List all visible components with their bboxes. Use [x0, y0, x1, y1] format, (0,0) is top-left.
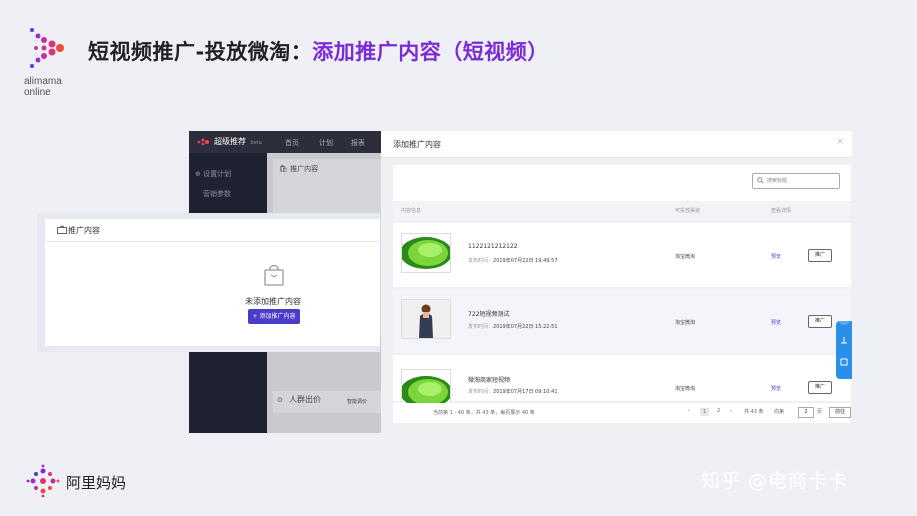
smart-bid-label[interactable]: 智能调价: [347, 398, 367, 405]
pagination-total: 共 43 条: [744, 409, 764, 415]
panel-header: 推广内容: [45, 219, 380, 242]
alimama-dots-logo-icon: [26, 464, 60, 498]
table-row: 微淘商家短视频 发布时间：2019年07月17日 09:10:41 淘宝微淘 预…: [393, 355, 851, 405]
row-title: 722短视频测试: [468, 311, 510, 318]
alimama-online-logo: alimama online: [24, 26, 72, 102]
card-title-text: 推广内容: [290, 165, 319, 173]
search-icon: [757, 177, 764, 184]
crowd-bid-card: ⊙ 人群出价 智能调价: [273, 391, 381, 413]
close-icon[interactable]: ×: [836, 137, 844, 147]
row-channel: 淘宝微淘: [675, 254, 696, 260]
row-date: 发布时间：2019年07月17日 09:10:41: [468, 388, 558, 395]
footer-brand-text: 阿里妈妈: [66, 474, 127, 492]
promo-content-card-title: 🛍 推广内容: [279, 164, 318, 174]
table-row: 722短视频测试 发布时间：2019年07月22日 15:22:51 淘宝微淘 …: [393, 289, 851, 353]
slide-title-accent: 添加推广内容（短视频）: [312, 40, 549, 64]
row-date: 发布时间：2019年07月22日 15:22:51: [468, 323, 558, 330]
pagination-info: 当前第 1 - 40 条，共 43 条，每页展示 40 条: [433, 410, 535, 416]
green-video-thumb-icon: [402, 376, 450, 404]
promo-content-panel: 推广内容 未添加推广内容 + 添加推广内容: [45, 219, 380, 346]
goto-page-input[interactable]: 2: [798, 407, 814, 418]
date-label: 发布时间：: [468, 258, 494, 264]
crowd-bid-label: 人群出价: [289, 395, 321, 404]
slide: alimama online 短视频推广-投放微淘：添加推广内容（短视频） 超级…: [0, 0, 917, 516]
chevron-left-icon[interactable]: ‹: [688, 408, 690, 414]
logo-text: alimama online: [24, 76, 62, 98]
row-channel: 淘宝微淘: [675, 320, 696, 326]
add-content-modal: 添加推广内容 × 搜索标题 内容信息 可投放渠道 查看详情 1122121212…: [381, 131, 852, 433]
date-value: 2019年07月22日 15:22:51: [493, 324, 558, 330]
preview-link[interactable]: 预览: [771, 253, 781, 260]
date-value: 2019年07月22日 19:49:57: [493, 258, 558, 264]
slide-title: 短视频推广-投放微淘：添加推广内容（短视频）: [88, 36, 549, 66]
date-label: 发布时间：: [468, 389, 494, 395]
empty-state-text: 未添加推广内容: [245, 297, 301, 306]
app-brand-badge: beta: [250, 140, 262, 146]
goto-button[interactable]: 前往: [829, 407, 851, 418]
page-1[interactable]: 1: [700, 408, 710, 416]
empty-content-overlay: 推广内容 未添加推广内容 + 添加推广内容: [37, 213, 380, 352]
row-title: 微淘商家短视频: [468, 377, 511, 384]
promote-button[interactable]: 推广: [808, 249, 832, 262]
column-header-detail: 查看详情: [771, 208, 792, 214]
brand-logo-icon: [197, 138, 209, 145]
column-header-channel: 可投放渠道: [675, 208, 701, 214]
row-channel: 淘宝微淘: [675, 386, 696, 392]
video-thumbnail: [401, 369, 451, 405]
logo-text-line2: online: [24, 87, 51, 98]
nav-plan[interactable]: 计划: [319, 138, 333, 148]
video-thumbnail: [401, 299, 451, 339]
video-thumbnail: [401, 233, 451, 273]
nav-report[interactable]: 报表: [351, 138, 365, 148]
alimama-footer-logo: 阿里妈妈: [26, 464, 126, 502]
alimama-arrow-logo-icon: [30, 28, 64, 68]
zhihu-watermark: 知乎 @电商卡卡: [701, 470, 849, 492]
app-brand[interactable]: 超级推荐 beta: [197, 136, 262, 147]
app-topbar: 超级推荐 beta 首页 计划 报表: [189, 131, 381, 153]
help-tools-icon: [838, 313, 850, 366]
search-input[interactable]: 搜索标题: [752, 173, 840, 189]
empty-bag-icon: [264, 264, 284, 286]
table-header: 内容信息 可投放渠道 查看详情: [393, 201, 851, 219]
date-label: 发布时间：: [468, 324, 494, 330]
modal-title: 添加推广内容: [393, 140, 441, 149]
row-date: 发布时间：2019年07月22日 19:49:57: [468, 257, 558, 264]
search-placeholder: 搜索标题: [767, 178, 788, 184]
sidebar-item-label: 设置计划: [203, 170, 232, 178]
slide-title-main: 短视频推广-投放微淘：: [88, 40, 313, 64]
nav-home[interactable]: 首页: [285, 138, 299, 148]
bag-icon: 🛍: [279, 165, 288, 173]
add-content-button[interactable]: + 添加推广内容: [248, 309, 300, 324]
app-brand-name: 超级推荐: [214, 137, 246, 146]
bag-icon: [57, 225, 67, 234]
pagination: 当前第 1 - 40 条，共 43 条，每页展示 40 条 ‹ 1 2 › 共 …: [393, 403, 851, 423]
promote-button[interactable]: 推广: [808, 381, 832, 394]
page-unit-label: 页: [817, 409, 823, 415]
row-title: 1122121212122: [468, 243, 518, 250]
preview-link[interactable]: 预览: [771, 385, 781, 392]
logo-text-line1: alimama: [24, 76, 62, 87]
person-video-thumb-icon: [402, 300, 450, 338]
preview-link[interactable]: 预览: [771, 319, 781, 326]
column-header-content: 内容信息: [401, 208, 422, 214]
sidebar-item-marketing[interactable]: 营销参数: [203, 189, 231, 199]
floating-help-bar[interactable]: [836, 313, 852, 379]
chevron-right-icon[interactable]: ›: [730, 408, 732, 414]
crowd-bid-icon: ⊙: [277, 396, 283, 404]
table-row: 1122121212122 发布时间：2019年07月22日 19:49:57 …: [393, 223, 851, 287]
goto-label: 向第: [774, 409, 785, 415]
date-value: 2019年07月17日 09:10:41: [493, 389, 558, 395]
modal-header: 添加推广内容 ×: [381, 131, 852, 158]
promote-button[interactable]: 推广: [808, 315, 832, 328]
panel-title: 推广内容: [68, 226, 100, 235]
sidebar-item-set-plan[interactable]: ⊕ 设置计划: [195, 169, 231, 179]
page-2[interactable]: 2: [717, 408, 720, 414]
green-video-thumb-icon: [402, 237, 450, 269]
